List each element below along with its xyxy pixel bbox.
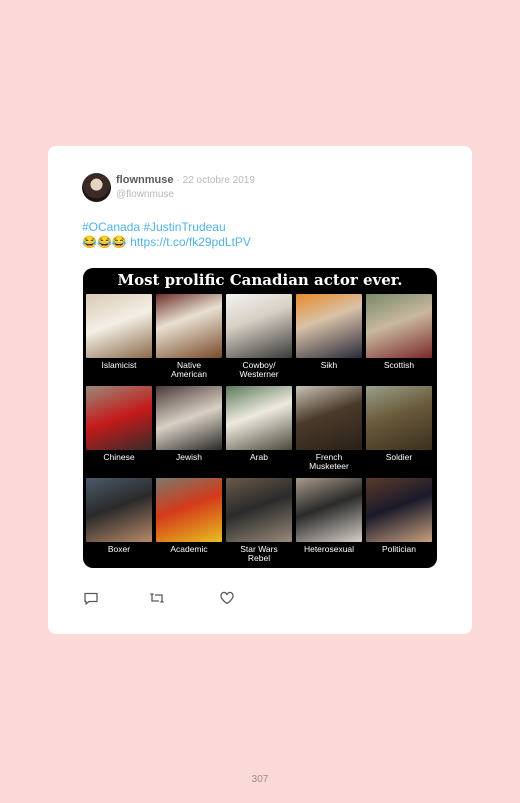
reply-icon[interactable] [83, 590, 99, 606]
meme-caption: Arab [250, 452, 268, 462]
meme-cell: Scottish [366, 294, 432, 370]
meme-photo [156, 294, 222, 358]
meme-photo [296, 294, 362, 358]
meme-cell: Islamicist [86, 294, 152, 370]
meme-photo [156, 478, 222, 542]
meme-caption: French Musketeer [309, 452, 349, 471]
display-name[interactable]: flownmuse [116, 174, 173, 186]
meme-caption: Islamicist [101, 360, 137, 370]
meme-cell: Star Wars Rebel [226, 478, 292, 563]
meme-caption: Academic [170, 544, 208, 554]
meme-title: Most prolific Canadian actor ever. [117, 271, 403, 289]
meme-cell: French Musketeer [296, 386, 362, 471]
meme-photo [366, 294, 432, 358]
meme-cell: Academic [156, 478, 222, 554]
tweet-link[interactable]: https://t.co/fk29pdLtPV [130, 235, 251, 249]
meme-cell: Sikh [296, 294, 362, 370]
meme-caption: Cowboy/ Westerner [239, 360, 279, 379]
tweet-date[interactable]: · 22 octobre 2019 [177, 175, 255, 186]
meme-caption: Politician [381, 544, 417, 554]
meme-cell: Native American [156, 294, 222, 379]
emoji-text: 😂😂😂 [82, 235, 127, 249]
meme-photo [86, 478, 152, 542]
meme-caption: Jewish [176, 452, 202, 462]
meme-photo [226, 478, 292, 542]
meme-caption: Sikh [320, 360, 338, 370]
meme-cell: Cowboy/ Westerner [226, 294, 292, 379]
meme-caption: Heterosexual [303, 544, 355, 554]
meme-cell: Soldier [366, 386, 432, 462]
meme-photo [226, 386, 292, 450]
avatar[interactable] [82, 173, 111, 202]
meme-cell: Politician [366, 478, 432, 554]
meme-cell: Chinese [86, 386, 152, 462]
meme-caption: Chinese [103, 452, 135, 462]
meme-photo [86, 294, 152, 358]
meme-cell: Arab [226, 386, 292, 462]
meme-cell: Boxer [86, 478, 152, 554]
meme-photo [366, 386, 432, 450]
retweet-icon[interactable] [149, 590, 165, 606]
meme-photo [86, 386, 152, 450]
hashtags[interactable]: #OCanada #JustinTrudeau [82, 220, 251, 235]
tweet-card: flownmuse · 22 octobre 2019 @flownmuse #… [48, 146, 472, 634]
meme-cell: Heterosexual [296, 478, 362, 554]
page-number: 307 [251, 774, 269, 785]
meme-caption: Soldier [385, 452, 413, 462]
user-name-line: flownmuse · 22 octobre 2019 [116, 174, 255, 186]
meme-grid: Islamicist Native American Cowboy/ Western… [86, 294, 434, 566]
tweet-text: #OCanada #JustinTrudeau 😂😂😂 https://t.co… [82, 220, 251, 250]
meme-photo [366, 478, 432, 542]
meme-photo [156, 386, 222, 450]
meme-cell: Jewish [156, 386, 222, 462]
meme-caption: Native American [171, 360, 207, 379]
meme-image[interactable]: Most prolific Canadian actor ever. Islam… [83, 268, 437, 568]
meme-caption: Star Wars Rebel [240, 544, 278, 563]
meme-caption: Scottish [383, 360, 415, 370]
meme-photo [296, 478, 362, 542]
user-handle[interactable]: @flownmuse [116, 189, 174, 200]
meme-photo [226, 294, 292, 358]
tweet-actions [83, 590, 243, 606]
meme-caption: Boxer [107, 544, 131, 554]
like-icon[interactable] [219, 590, 235, 606]
meme-photo [296, 386, 362, 450]
